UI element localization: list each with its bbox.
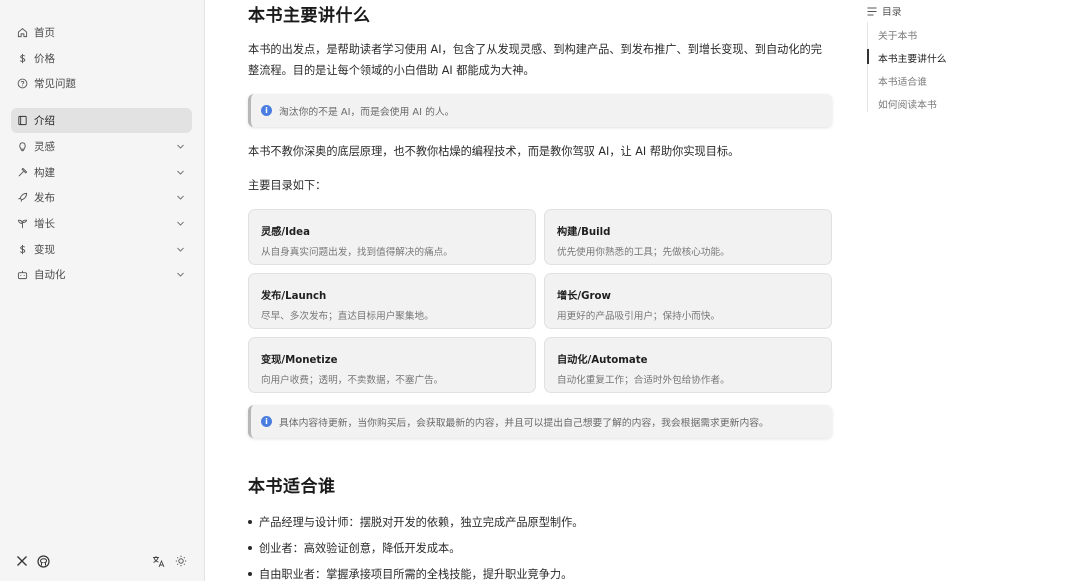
sidebar-item-grow[interactable]: 增长 [11, 211, 192, 236]
toc-title-text: 目录 [882, 7, 902, 18]
list-icon [867, 7, 877, 15]
bot-icon [17, 269, 28, 280]
list-item: 产品经理与设计师：摆脱对开发的依赖，独立完成产品原型制作。 [248, 514, 583, 530]
lightbulb-icon [17, 141, 28, 152]
chevron-down-icon[interactable] [176, 193, 185, 202]
sidebar: 首页 价格 常见问题 介绍 灵感 构建 发布 增长 变现 自动化 [0, 0, 205, 581]
card-build[interactable]: 构建/Build 优先使用你熟悉的工具；先做核心功能。 [544, 209, 832, 265]
github-icon[interactable] [36, 554, 50, 568]
card-title: 构建/Build [557, 227, 611, 238]
list-item-text: 自由职业者：掌握承接项目所需的全栈技能，提升职业竞争力。 [259, 568, 573, 581]
list-item: 创业者：高效验证创意，降低开发成本。 [248, 540, 460, 556]
chevron-down-icon[interactable] [176, 245, 185, 254]
hammer-icon [17, 167, 28, 178]
home-icon [17, 27, 28, 38]
toc-active-indicator [867, 49, 869, 64]
card-desc: 从自身真实问题出发，找到值得解决的痛点。 [261, 247, 453, 258]
chevron-down-icon[interactable] [176, 270, 185, 279]
callout-quote: i 淘汰你的不是 AI，而是会使用 AI 的人。 [248, 94, 832, 127]
book-icon [17, 115, 28, 126]
card-title: 增长/Grow [557, 291, 611, 302]
toc-item-audience[interactable]: 本书适合谁 [878, 74, 927, 88]
card-desc: 向用户收费；透明，不卖数据，不塞广告。 [261, 375, 444, 386]
sidebar-item-label: 介绍 [34, 115, 55, 127]
toc-intro: 主要目录如下： [248, 179, 327, 192]
sidebar-item-home[interactable]: 首页 [11, 20, 192, 45]
toc-rail [867, 22, 868, 112]
sidebar-item-launch[interactable]: 发布 [11, 185, 192, 210]
sidebar-item-monetize[interactable]: 变现 [11, 237, 192, 262]
callout-text: 具体内容待更新，当你购买后，会获取最新的内容，并且可以提出自己想要了解的内容，我… [279, 417, 769, 429]
sidebar-item-pricing[interactable]: 价格 [11, 46, 192, 71]
toc-item-about[interactable]: 关于本书 [878, 28, 917, 42]
sun-icon[interactable] [174, 554, 188, 568]
callout-update-notice: i 具体内容待更新，当你购买后，会获取最新的内容，并且可以提出自己想要了解的内容… [248, 405, 832, 438]
sprout-icon [17, 218, 28, 229]
card-grow[interactable]: 增长/Grow 用更好的产品吸引用户；保持小而快。 [544, 273, 832, 329]
sidebar-item-label: 常见问题 [34, 78, 76, 90]
card-desc: 优先使用你熟悉的工具；先做核心功能。 [557, 247, 730, 258]
chevron-down-icon[interactable] [176, 142, 185, 151]
sidebar-item-build[interactable]: 构建 [11, 160, 192, 185]
sidebar-item-label: 灵感 [34, 141, 55, 153]
info-icon: i [261, 105, 272, 116]
sidebar-item-label: 构建 [34, 167, 55, 179]
list-item-text: 创业者：高效验证创意，降低开发成本。 [259, 542, 461, 555]
intro-paragraph: 本书的出发点，是帮助读者学习使用 AI，包含了从发现灵感、到构建产品、到发布推广… [248, 43, 822, 77]
bullet-dot [248, 572, 252, 576]
toc-item-how-to-read[interactable]: 如何阅读本书 [878, 97, 937, 111]
sidebar-item-label: 价格 [34, 53, 55, 65]
toc-title: 目录 [867, 4, 902, 18]
card-automate[interactable]: 自动化/Automate 自动化重复工作；合适时外包给协作者。 [544, 337, 832, 393]
card-title: 自动化/Automate [557, 355, 648, 366]
help-icon [17, 78, 28, 89]
dollar-icon [17, 53, 28, 64]
section-heading-what: 本书主要讲什么 [248, 6, 371, 26]
card-desc: 用更好的产品吸引用户；保持小而快。 [557, 311, 721, 322]
toc-item-what[interactable]: 本书主要讲什么 [878, 51, 947, 65]
sidebar-item-faq[interactable]: 常见问题 [11, 71, 192, 96]
translate-icon[interactable] [151, 554, 165, 568]
card-desc: 尽早、多次发布；直达目标用户聚集地。 [261, 311, 434, 322]
rocket-icon [17, 192, 28, 203]
card-launch[interactable]: 发布/Launch 尽早、多次发布；直达目标用户聚集地。 [248, 273, 536, 329]
card-desc: 自动化重复工作；合适时外包给协作者。 [557, 375, 730, 386]
card-title: 发布/Launch [261, 291, 327, 302]
bullet-dot [248, 520, 252, 524]
card-title: 灵感/Idea [261, 227, 310, 238]
paragraph-2: 本书不教你深奥的底层原理，也不教你枯燥的编程技术，而是教你驾驭 AI，让 AI … [248, 145, 740, 158]
sidebar-item-label: 变现 [34, 244, 55, 256]
chevron-down-icon[interactable] [176, 168, 185, 177]
list-item-text: 产品经理与设计师：摆脱对开发的依赖，独立完成产品原型制作。 [259, 516, 584, 529]
sidebar-item-label: 首页 [34, 27, 55, 39]
chevron-down-icon[interactable] [176, 219, 185, 228]
x-icon[interactable] [15, 554, 29, 568]
dollar-icon [17, 244, 28, 255]
bullet-dot [248, 546, 252, 550]
sidebar-item-idea[interactable]: 灵感 [11, 134, 192, 159]
list-item: 自由职业者：掌握承接项目所需的全栈技能，提升职业竞争力。 [248, 566, 572, 581]
sidebar-item-intro[interactable]: 介绍 [11, 108, 192, 133]
callout-text: 淘汰你的不是 AI，而是会使用 AI 的人。 [279, 106, 455, 118]
sidebar-item-label: 增长 [34, 218, 55, 230]
sidebar-item-label: 自动化 [34, 269, 66, 281]
card-idea[interactable]: 灵感/Idea 从自身真实问题出发，找到值得解决的痛点。 [248, 209, 536, 265]
sidebar-item-label: 发布 [34, 192, 55, 204]
main-content: 本书主要讲什么 本书的出发点，是帮助读者学习使用 AI，包含了从发现灵感、到构建… [205, 0, 860, 581]
info-icon: i [261, 416, 272, 427]
card-title: 变现/Monetize [261, 355, 338, 366]
card-monetize[interactable]: 变现/Monetize 向用户收费；透明，不卖数据，不塞广告。 [248, 337, 536, 393]
section-heading-audience: 本书适合谁 [248, 477, 336, 497]
sidebar-item-automate[interactable]: 自动化 [11, 262, 192, 287]
